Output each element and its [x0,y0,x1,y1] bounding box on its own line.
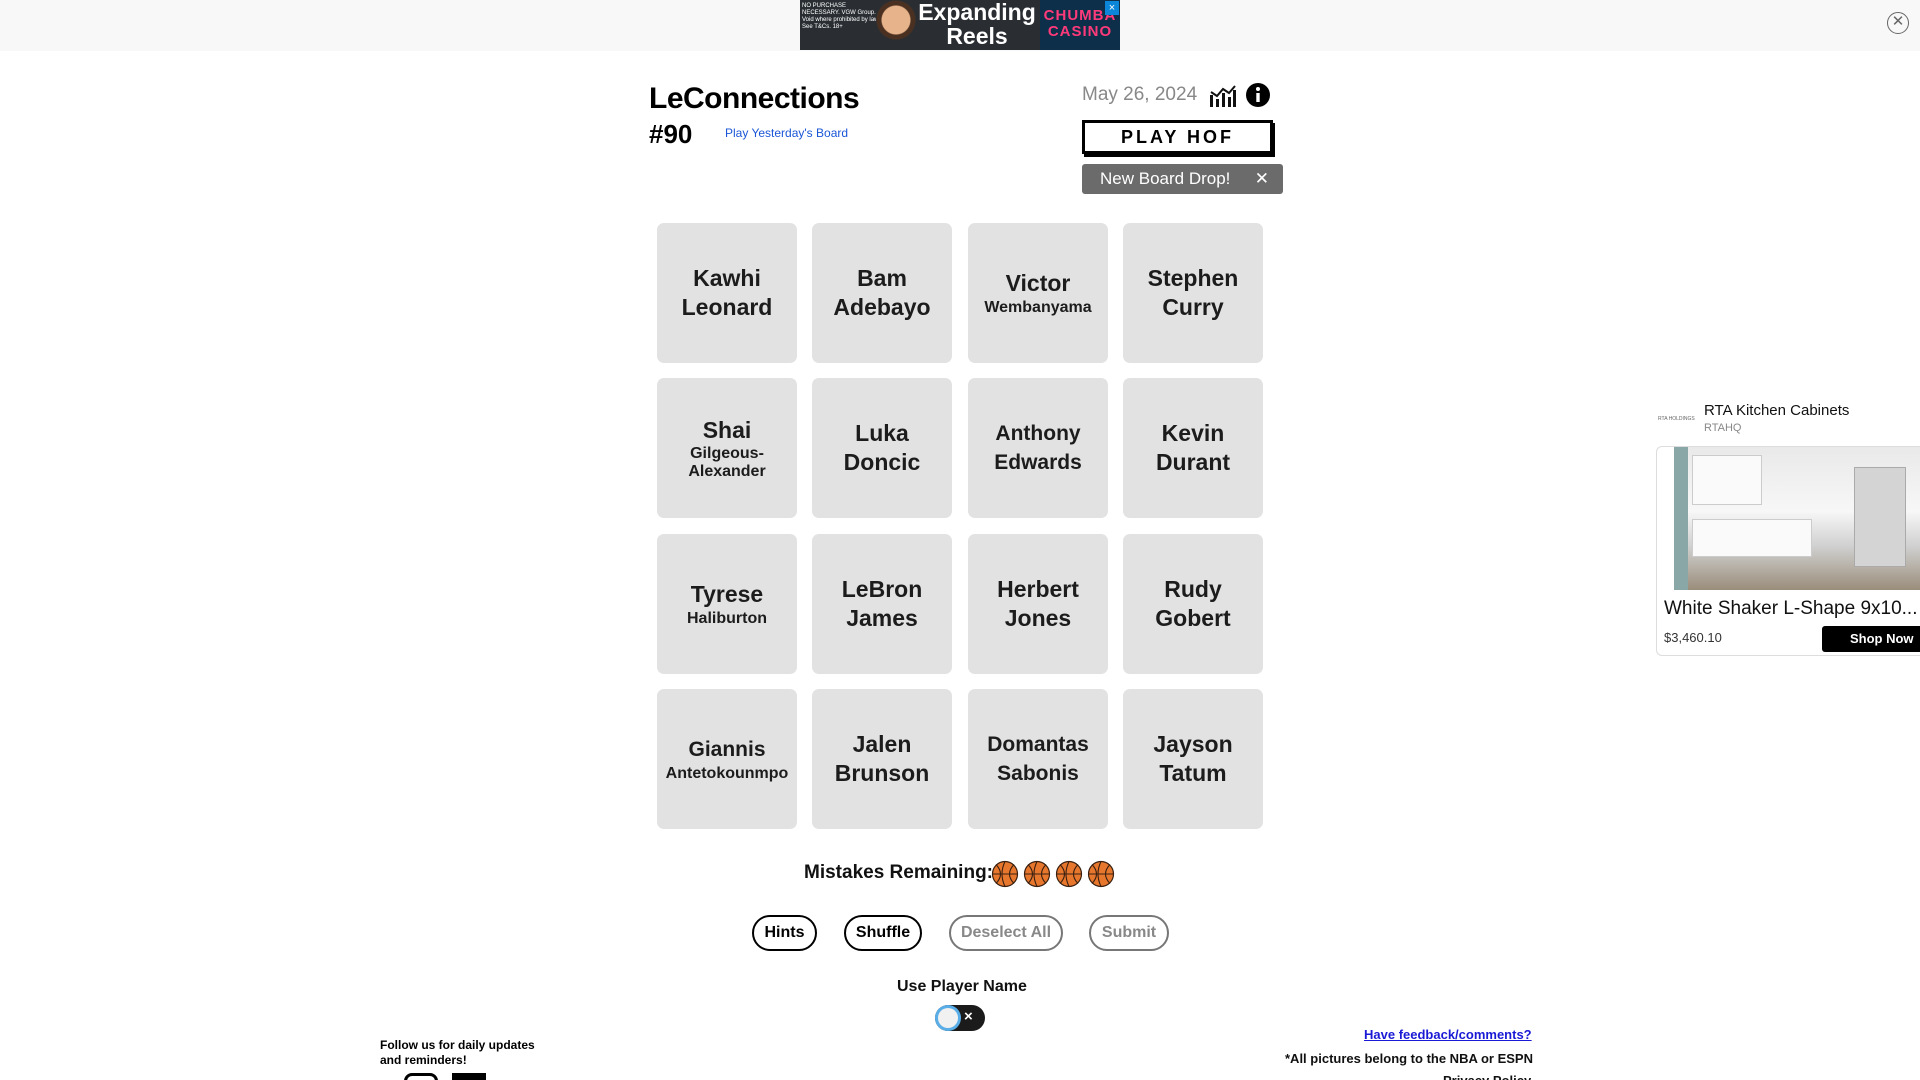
tile-first-name: Jayson [1153,731,1233,757]
player-tile[interactable]: Bam Adebayo [812,223,952,363]
player-tile[interactable]: Kawhi Leonard [657,223,797,363]
tile-first-name: Kawhi [693,265,761,291]
play-yesterday-link[interactable]: Play Yesterday's Board [725,126,848,140]
player-tile[interactable]: LeBron James [812,534,952,674]
player-tile[interactable]: Victor Wembanyama [968,223,1108,363]
game-title: LeConnections [649,82,860,115]
tile-last-name: Gilgeous-Alexander [688,444,766,480]
tile-last-name: James [846,605,918,631]
tile-first-name: Domantas [987,733,1089,756]
tile-last-name: Adebayo [833,294,931,320]
advertiser-handle: RTAHQ [1704,422,1742,434]
tile-last-name: Jones [1004,605,1072,631]
board-date: May 26, 2024 [1082,84,1198,105]
credits-text: *All pictures belong to the NBA or ESPN [1285,1051,1533,1066]
board-number: #90 [649,119,693,149]
shuffle-button[interactable]: Shuffle [844,915,922,951]
tile-first-name: Luka [855,420,909,446]
tile-first-name: Giannis [688,738,766,761]
player-tile[interactable]: Stephen Curry [1123,223,1263,363]
lower-cabinet-shape [1692,519,1812,557]
tile-last-name: Leonard [681,294,773,320]
tile-first-name: Herbert [997,576,1079,602]
ad-close-icon[interactable]: × [1105,1,1119,15]
tile-first-name: Stephen [1147,265,1239,291]
curtain-shape [1674,447,1688,590]
tile-last-name: Doncic [843,449,921,475]
tile-first-name: Rudy [1164,576,1222,602]
product-price: $3,460.10 [1664,630,1722,645]
player-tile[interactable]: Rudy Gobert [1123,534,1263,674]
use-player-name-toggle[interactable]: × [935,1005,985,1031]
follow-us-text: Follow us for daily updates and reminder… [380,1038,535,1067]
basketball-icon [1023,860,1051,888]
play-hof-button[interactable]: PLAY HOF [1082,120,1273,154]
hints-button[interactable]: Hints [752,915,817,951]
deselect-all-button[interactable]: Deselect All [949,915,1063,951]
info-icon[interactable] [1245,82,1271,108]
player-tile[interactable]: Tyrese Haliburton [657,534,797,674]
tile-last-name: Curry [1162,294,1224,320]
player-tile[interactable]: Jayson Tatum [1123,689,1263,829]
side-product-ad[interactable]: RTA HOLDINGS RTA Kitchen Cabinets RTAHQ … [1648,392,1920,670]
mistakes-remaining-label: Mistakes Remaining: [804,862,993,883]
advertiser-logo: RTA HOLDINGS [1658,416,1695,422]
tile-first-name: Kevin [1161,420,1225,446]
tile-first-name: Shai [702,416,752,443]
tile-first-name: Jalen [852,731,912,757]
instagram-icon[interactable] [404,1073,438,1080]
ad-headline: Expanding Reels [918,0,1036,49]
privacy-policy-link[interactable]: Privacy Policy [1443,1073,1531,1080]
close-ad-icon[interactable]: ✕ [1887,12,1909,34]
ad-character-image [876,0,916,50]
tile-first-name: Anthony [995,422,1081,445]
top-banner-ad[interactable]: NO PURCHASE NECESSARY. VGW Group. Void w… [800,0,1120,50]
tile-first-name: Bam [857,265,907,291]
tile-last-name: Haliburton [687,610,767,627]
toast-text: New Board Drop! [1100,169,1231,188]
feedback-link[interactable]: Have feedback/comments? [1364,1027,1532,1042]
player-tile[interactable]: Giannis Antetokounmpo [657,689,797,829]
player-tile[interactable]: Domantas Sabonis [968,689,1108,829]
shop-now-button[interactable]: Shop Now [1822,626,1920,652]
advertiser-name: RTA Kitchen Cabinets [1704,402,1850,419]
tile-last-name: Gobert [1155,605,1231,631]
player-tile[interactable]: Shai Gilgeous-Alexander [657,378,797,518]
player-tile[interactable]: Anthony Edwards [968,378,1108,518]
toast-close-icon[interactable]: ✕ [1255,164,1269,194]
kitchen-product-image [1674,447,1920,590]
tile-last-name: Edwards [994,451,1082,474]
player-tile[interactable]: Jalen Brunson [812,689,952,829]
new-board-toast: New Board Drop! ✕ [1082,164,1283,194]
tile-first-name: LeBron [841,576,923,602]
tile-first-name: Tyrese [690,581,764,607]
fridge-shape [1854,467,1906,567]
ad-disclaimer: NO PURCHASE NECESSARY. VGW Group. Void w… [802,3,880,30]
player-tile[interactable]: Luka Doncic [812,378,952,518]
basketball-icon [1055,860,1083,888]
toggle-off-icon: × [964,1008,973,1025]
basketball-icon [1087,860,1115,888]
player-tile[interactable]: Herbert Jones [968,534,1108,674]
tile-last-name: Durant [1155,449,1231,475]
stats-chart-icon[interactable] [1209,84,1237,108]
tile-last-name: Brunson [834,760,930,786]
tile-last-name: Wembanyama [984,299,1092,316]
tile-last-name: Sabonis [997,762,1079,785]
submit-button[interactable]: Submit [1089,915,1169,951]
basketball-icon [991,860,1019,888]
tile-first-name: Victor [1005,270,1071,296]
tile-last-name: Antetokounmpo [665,765,789,782]
use-player-name-label: Use Player Name [897,978,1027,995]
x-twitter-icon[interactable] [452,1073,486,1080]
toggle-knob [938,1008,958,1028]
upper-cabinet-shape [1692,455,1762,505]
player-tile[interactable]: Kevin Durant [1123,378,1263,518]
product-name: White Shaker L-Shape 9x10... [1664,598,1918,619]
tile-last-name: Tatum [1159,760,1227,786]
